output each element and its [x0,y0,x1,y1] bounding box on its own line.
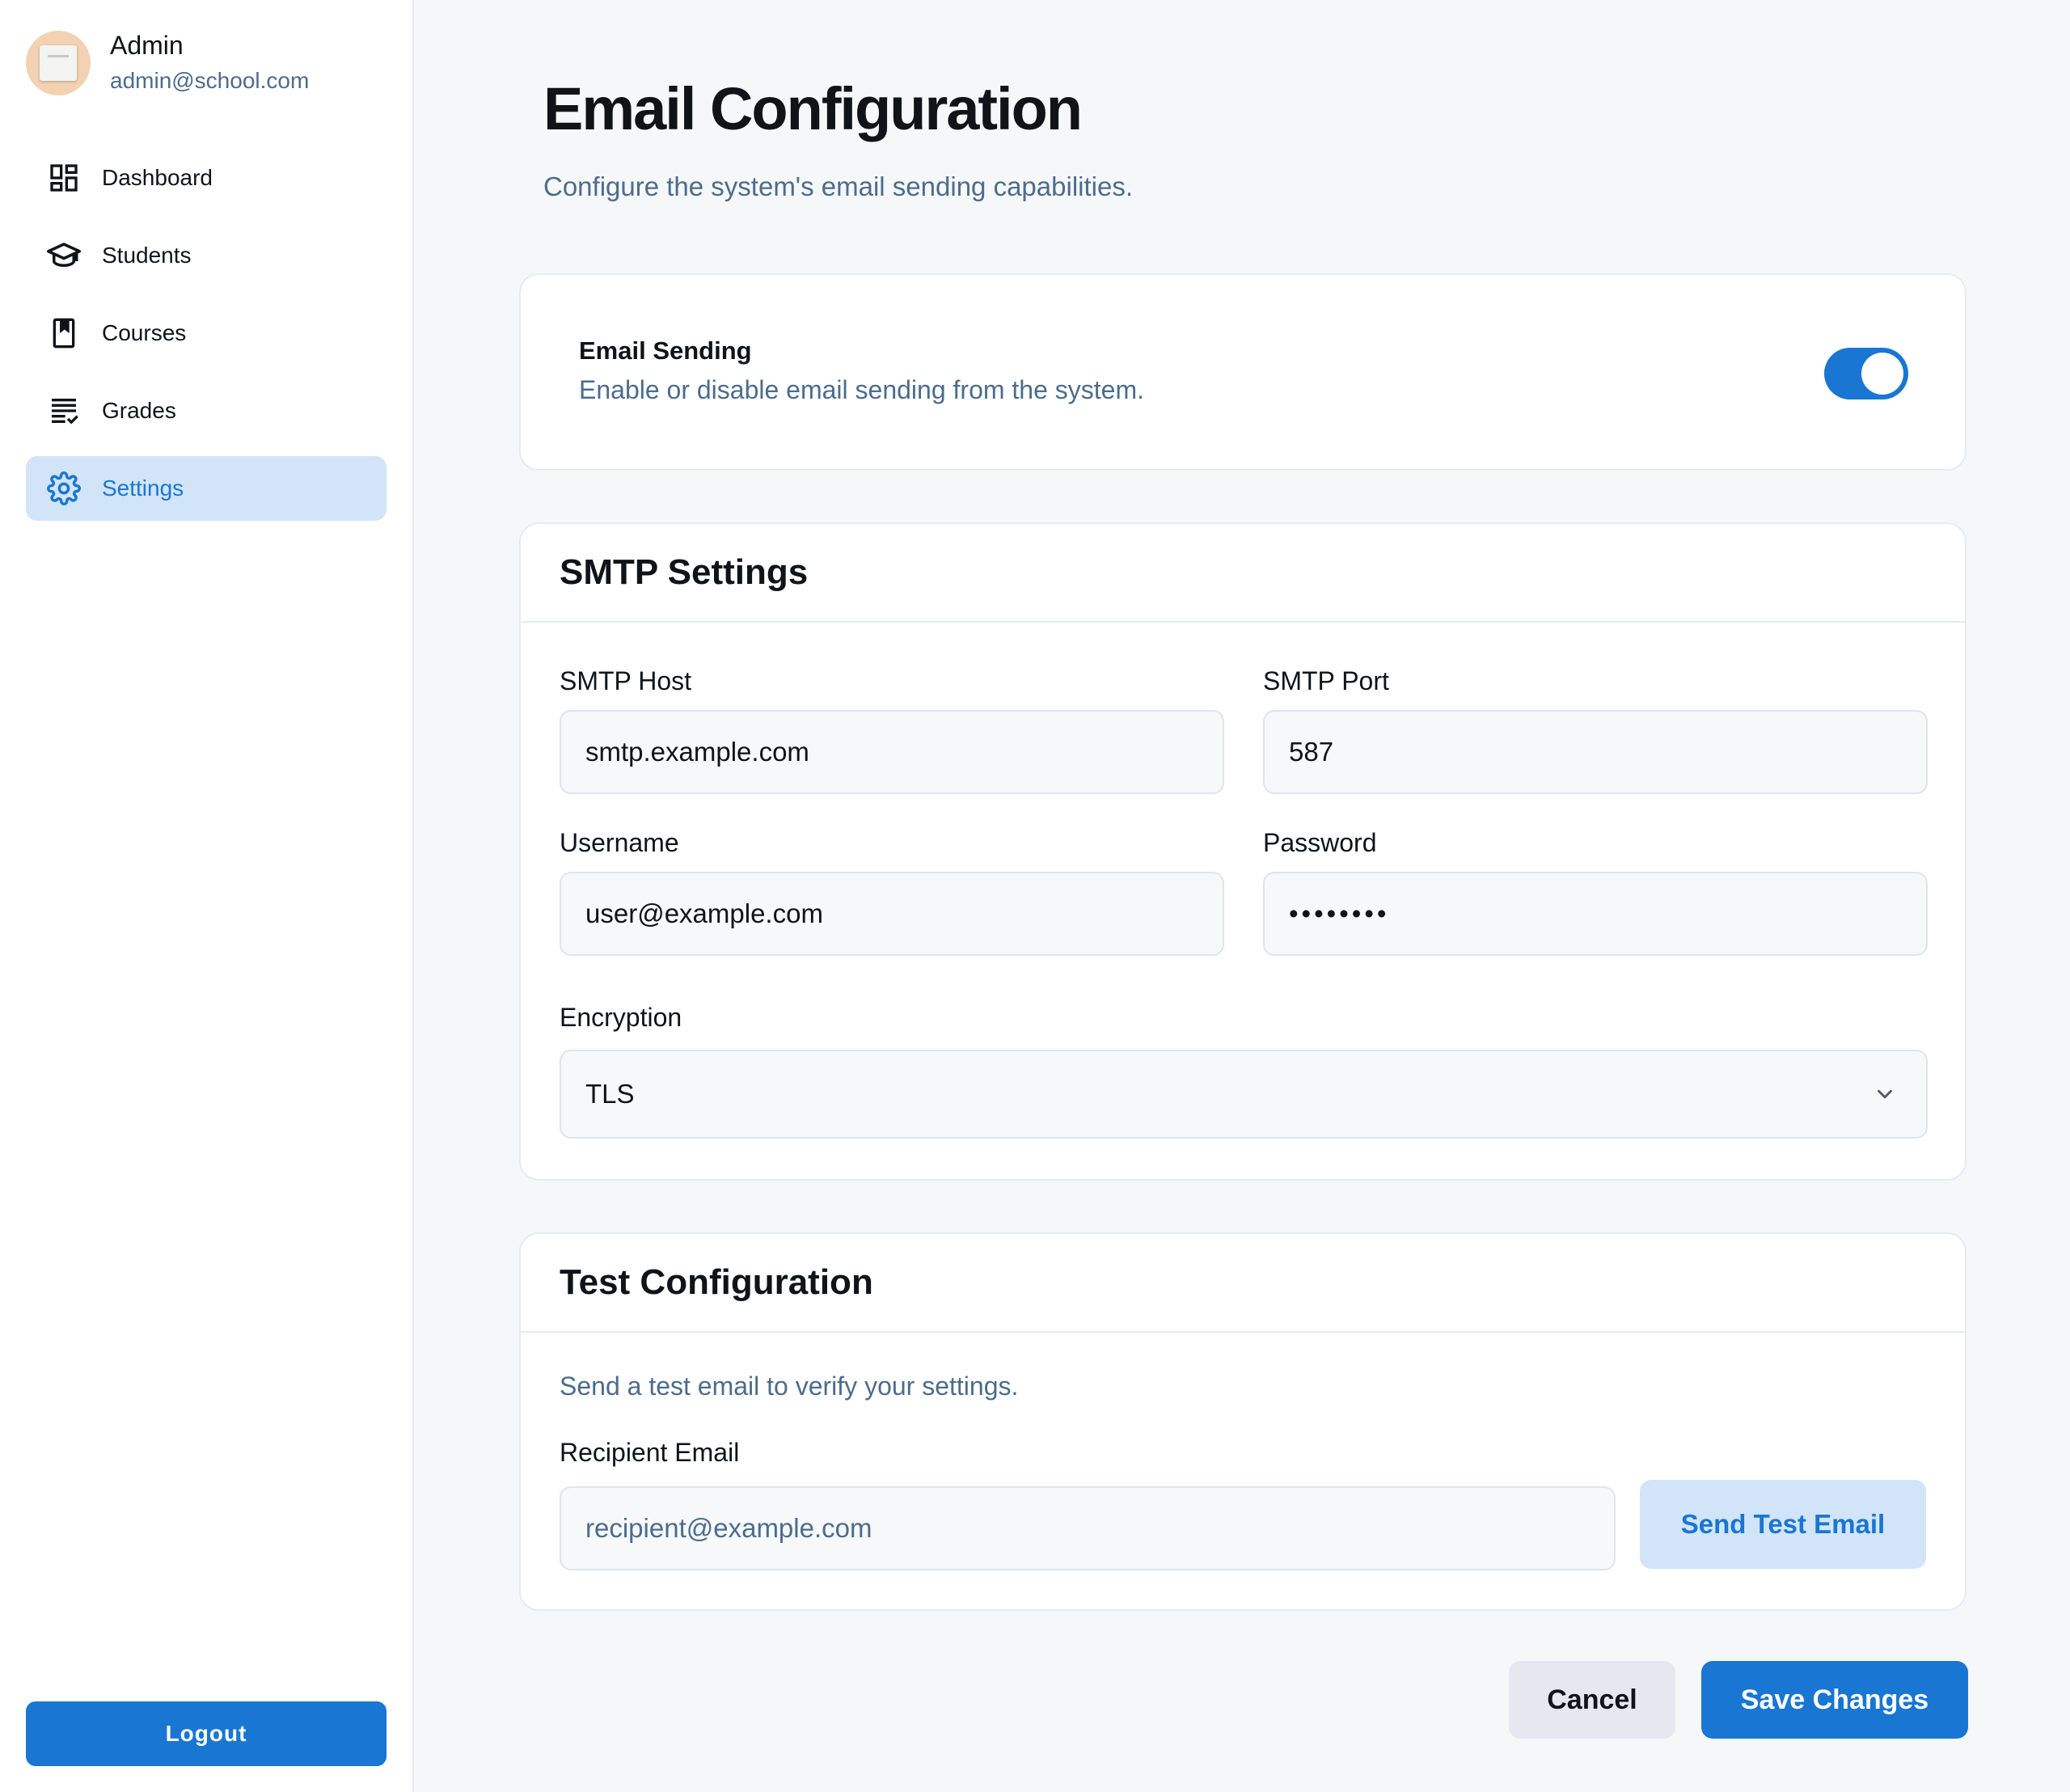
test-description: Send a test email to verify your setting… [560,1371,1019,1401]
smtp-host-label: SMTP Host [560,666,691,695]
send-test-email-button[interactable]: Send Test Email [1640,1480,1926,1569]
sidebar-item-grades[interactable]: Grades [26,378,387,443]
page-title: Email Configuration [543,75,1083,142]
smtp-port-label: SMTP Port [1263,666,1389,695]
email-sending-card: Email Sending Enable or disable email se… [519,273,1966,471]
sidebar-nav: Dashboard Students Courses Grades Settin… [26,146,387,534]
smtp-port-input[interactable]: 587 [1263,710,1928,794]
dashboard-icon [47,161,81,195]
sidebar-item-label: Courses [102,320,187,345]
username-label: Username [560,828,679,857]
sidebar-item-label: Grades [102,398,176,423]
sidebar-item-label: Dashboard [102,165,213,190]
cancel-button[interactable]: Cancel [1509,1661,1675,1739]
graduation-cap-icon [47,239,81,273]
sidebar-item-settings[interactable]: Settings [26,456,387,521]
password-label: Password [1263,828,1377,857]
sidebar: Admin admin@school.com Dashboard Student… [0,0,414,1792]
user-name: Admin [110,31,184,60]
encryption-label: Encryption [560,1003,682,1032]
toggle-knob [1861,353,1903,395]
checklist-icon [47,394,81,428]
user-profile: Admin admin@school.com [26,29,309,97]
sidebar-item-label: Settings [102,475,184,501]
test-configuration-card: Test Configuration Send a test email to … [519,1232,1966,1611]
page-subtitle: Configure the system's email sending cap… [543,171,1133,201]
sidebar-item-courses[interactable]: Courses [26,301,387,366]
recipient-email-input[interactable]: recipient@example.com [560,1486,1616,1570]
email-sending-description: Enable or disable email sending from the… [579,375,1145,404]
chevron-down-icon [1873,1082,1897,1113]
sidebar-item-students[interactable]: Students [26,223,387,288]
book-icon [47,316,81,350]
smtp-host-input[interactable]: smtp.example.com [560,710,1224,794]
password-input[interactable]: •••••••• [1263,872,1928,956]
recipient-email-label: Recipient Email [560,1438,740,1467]
encryption-select[interactable]: TLS [560,1050,1928,1139]
logout-button[interactable]: Logout [26,1701,387,1766]
avatar [26,31,91,95]
email-sending-toggle[interactable] [1824,348,1908,399]
gear-icon [47,471,81,505]
smtp-settings-title: SMTP Settings [521,524,1965,623]
smtp-settings-card: SMTP Settings SMTP Host smtp.example.com… [519,522,1966,1181]
email-sending-title: Email Sending [579,336,752,365]
encryption-selected-value: TLS [585,1079,635,1109]
user-email: admin@school.com [110,68,310,93]
test-configuration-title: Test Configuration [521,1234,1965,1333]
avatar-image [40,45,77,81]
username-input[interactable]: user@example.com [560,872,1224,956]
main-content: Email Configuration Configure the system… [416,0,2070,1792]
sidebar-item-label: Students [102,243,192,268]
save-changes-button[interactable]: Save Changes [1701,1661,1968,1739]
sidebar-item-dashboard[interactable]: Dashboard [26,146,387,210]
